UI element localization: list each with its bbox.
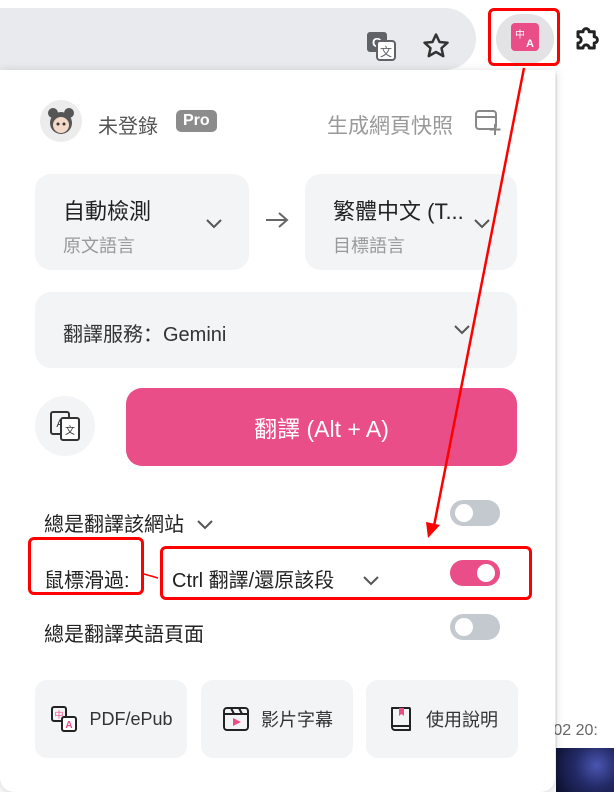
always-translate-site-toggle[interactable] bbox=[450, 500, 500, 526]
extensions-puzzle-icon[interactable] bbox=[568, 20, 608, 56]
pro-badge[interactable]: Pro bbox=[176, 110, 217, 132]
switch-translation-mode-button[interactable]: A 文 bbox=[35, 396, 95, 456]
always-translate-english-label: 總是翻譯英語頁面 bbox=[44, 624, 204, 646]
annotation-box-hover-label bbox=[28, 537, 144, 595]
always-translate-english-toggle[interactable] bbox=[450, 614, 500, 640]
translate-button[interactable]: 翻譯 (Alt + A) bbox=[126, 388, 517, 466]
avatar[interactable] bbox=[40, 100, 82, 142]
target-language-selector[interactable]: 繁體中文 (T... 目標語言 bbox=[305, 174, 517, 270]
chevron-down-icon bbox=[474, 219, 490, 229]
snapshot-icon[interactable] bbox=[474, 108, 502, 136]
svg-text:文: 文 bbox=[65, 424, 75, 437]
translate-popup: 未登錄 Pro 生成網頁快照 自動檢測 原文語言 繁體中文 (T... 目標語言 bbox=[0, 70, 555, 792]
page-fragment-text: -02 20: bbox=[548, 722, 598, 739]
page-fragment-image bbox=[556, 748, 614, 792]
pdf-translate-icon: 中 A bbox=[51, 706, 78, 732]
video-subtitle-icon bbox=[223, 707, 249, 731]
source-language-value: 自動檢測 bbox=[63, 199, 152, 224]
always-translate-site-label: 總是翻譯該網站 bbox=[44, 514, 184, 536]
chevron-down-icon bbox=[206, 219, 222, 229]
annotation-box-hover-option bbox=[160, 546, 532, 600]
translate-toggle-icon: A 文 bbox=[50, 411, 80, 441]
source-language-selector[interactable]: 自動檢測 原文語言 bbox=[35, 174, 249, 270]
bookmark-star-icon[interactable] bbox=[420, 30, 452, 62]
video-subtitle-button[interactable]: 影片字幕 bbox=[201, 680, 353, 758]
snapshot-label[interactable]: 生成網頁快照 bbox=[327, 110, 453, 140]
target-language-value: 繁體中文 (T... bbox=[333, 199, 464, 224]
google-translate-icon[interactable]: G 文 bbox=[365, 30, 397, 62]
user-name[interactable]: 未登錄 bbox=[98, 110, 158, 139]
manual-book-icon bbox=[391, 707, 411, 731]
pdf-epub-button[interactable]: 中 A PDF/ePub bbox=[35, 680, 187, 758]
svg-text:A: A bbox=[66, 720, 73, 731]
chevron-down-icon bbox=[196, 520, 213, 530]
chevron-down-icon bbox=[454, 325, 470, 335]
svg-text:文: 文 bbox=[380, 44, 392, 59]
always-translate-site-dropdown[interactable]: 總是翻譯該網站 bbox=[44, 508, 214, 537]
annotation-box-extension bbox=[488, 8, 560, 66]
address-bar[interactable]: G 文 bbox=[0, 8, 476, 70]
arrow-right-icon bbox=[264, 210, 290, 230]
translation-service-label: 翻譯服務：Gemini bbox=[63, 324, 227, 346]
source-language-caption: 原文語言 bbox=[63, 236, 135, 256]
target-language-caption: 目標語言 bbox=[333, 236, 405, 256]
manual-button[interactable]: 使用說明 bbox=[366, 680, 518, 758]
pdf-epub-label: PDF/ePub bbox=[89, 708, 173, 729]
page-background bbox=[556, 74, 614, 792]
video-subtitle-label: 影片字幕 bbox=[261, 710, 333, 730]
translation-service-selector[interactable]: 翻譯服務：Gemini bbox=[35, 292, 517, 368]
manual-label: 使用說明 bbox=[426, 710, 498, 730]
